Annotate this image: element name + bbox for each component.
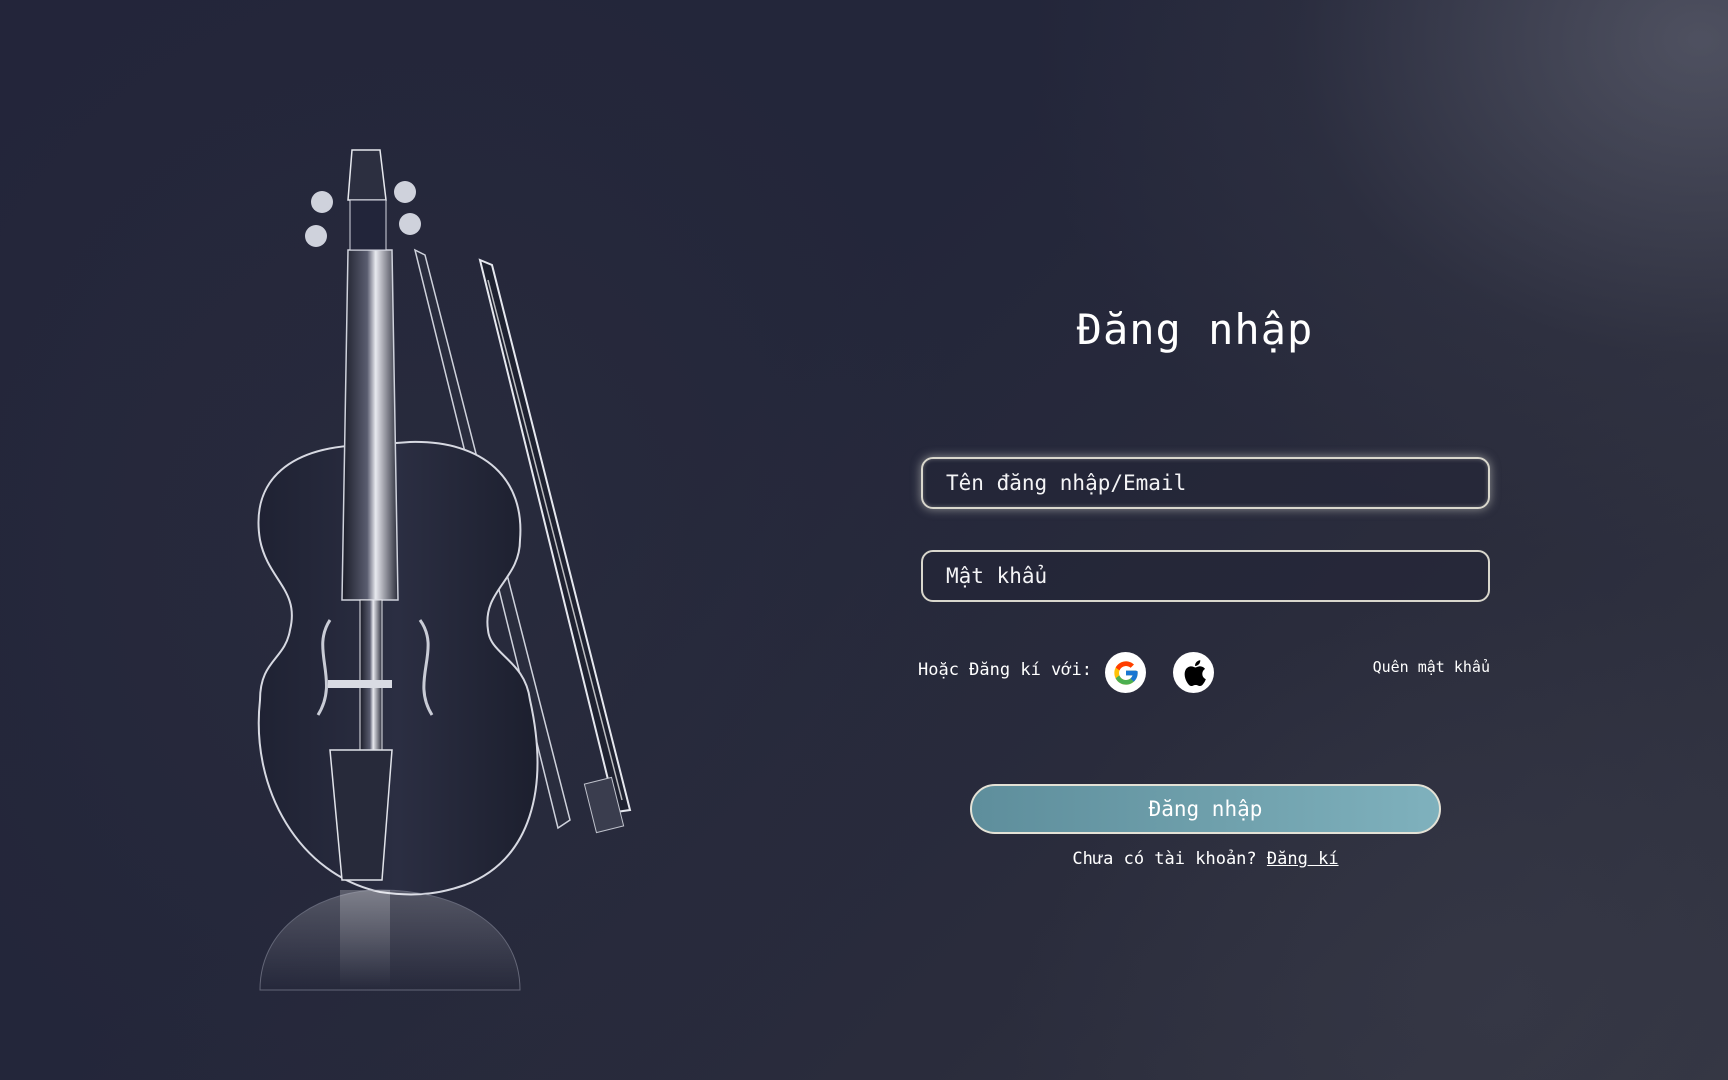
page-title: Đăng nhập [1076,305,1314,354]
google-icon [1113,660,1138,685]
apple-signup-button[interactable] [1173,652,1214,693]
no-account-text: Chưa có tài khoản? [1072,849,1257,869]
violin-illustration [220,140,660,1040]
password-input[interactable] [921,550,1490,602]
login-button[interactable]: Đăng nhập [970,784,1441,834]
signup-link[interactable]: Đăng kí [1267,849,1339,869]
alternate-signup-label: Hoặc Đăng kí với: [918,660,1092,680]
username-email-input[interactable] [921,457,1490,509]
apple-icon [1184,659,1206,686]
signup-prompt: Chưa có tài khoản? Đăng kí [970,849,1441,869]
violin-image [257,149,632,991]
forgot-password-link[interactable]: Quên mật khẩu [1360,658,1490,676]
google-signup-button[interactable] [1105,652,1146,693]
